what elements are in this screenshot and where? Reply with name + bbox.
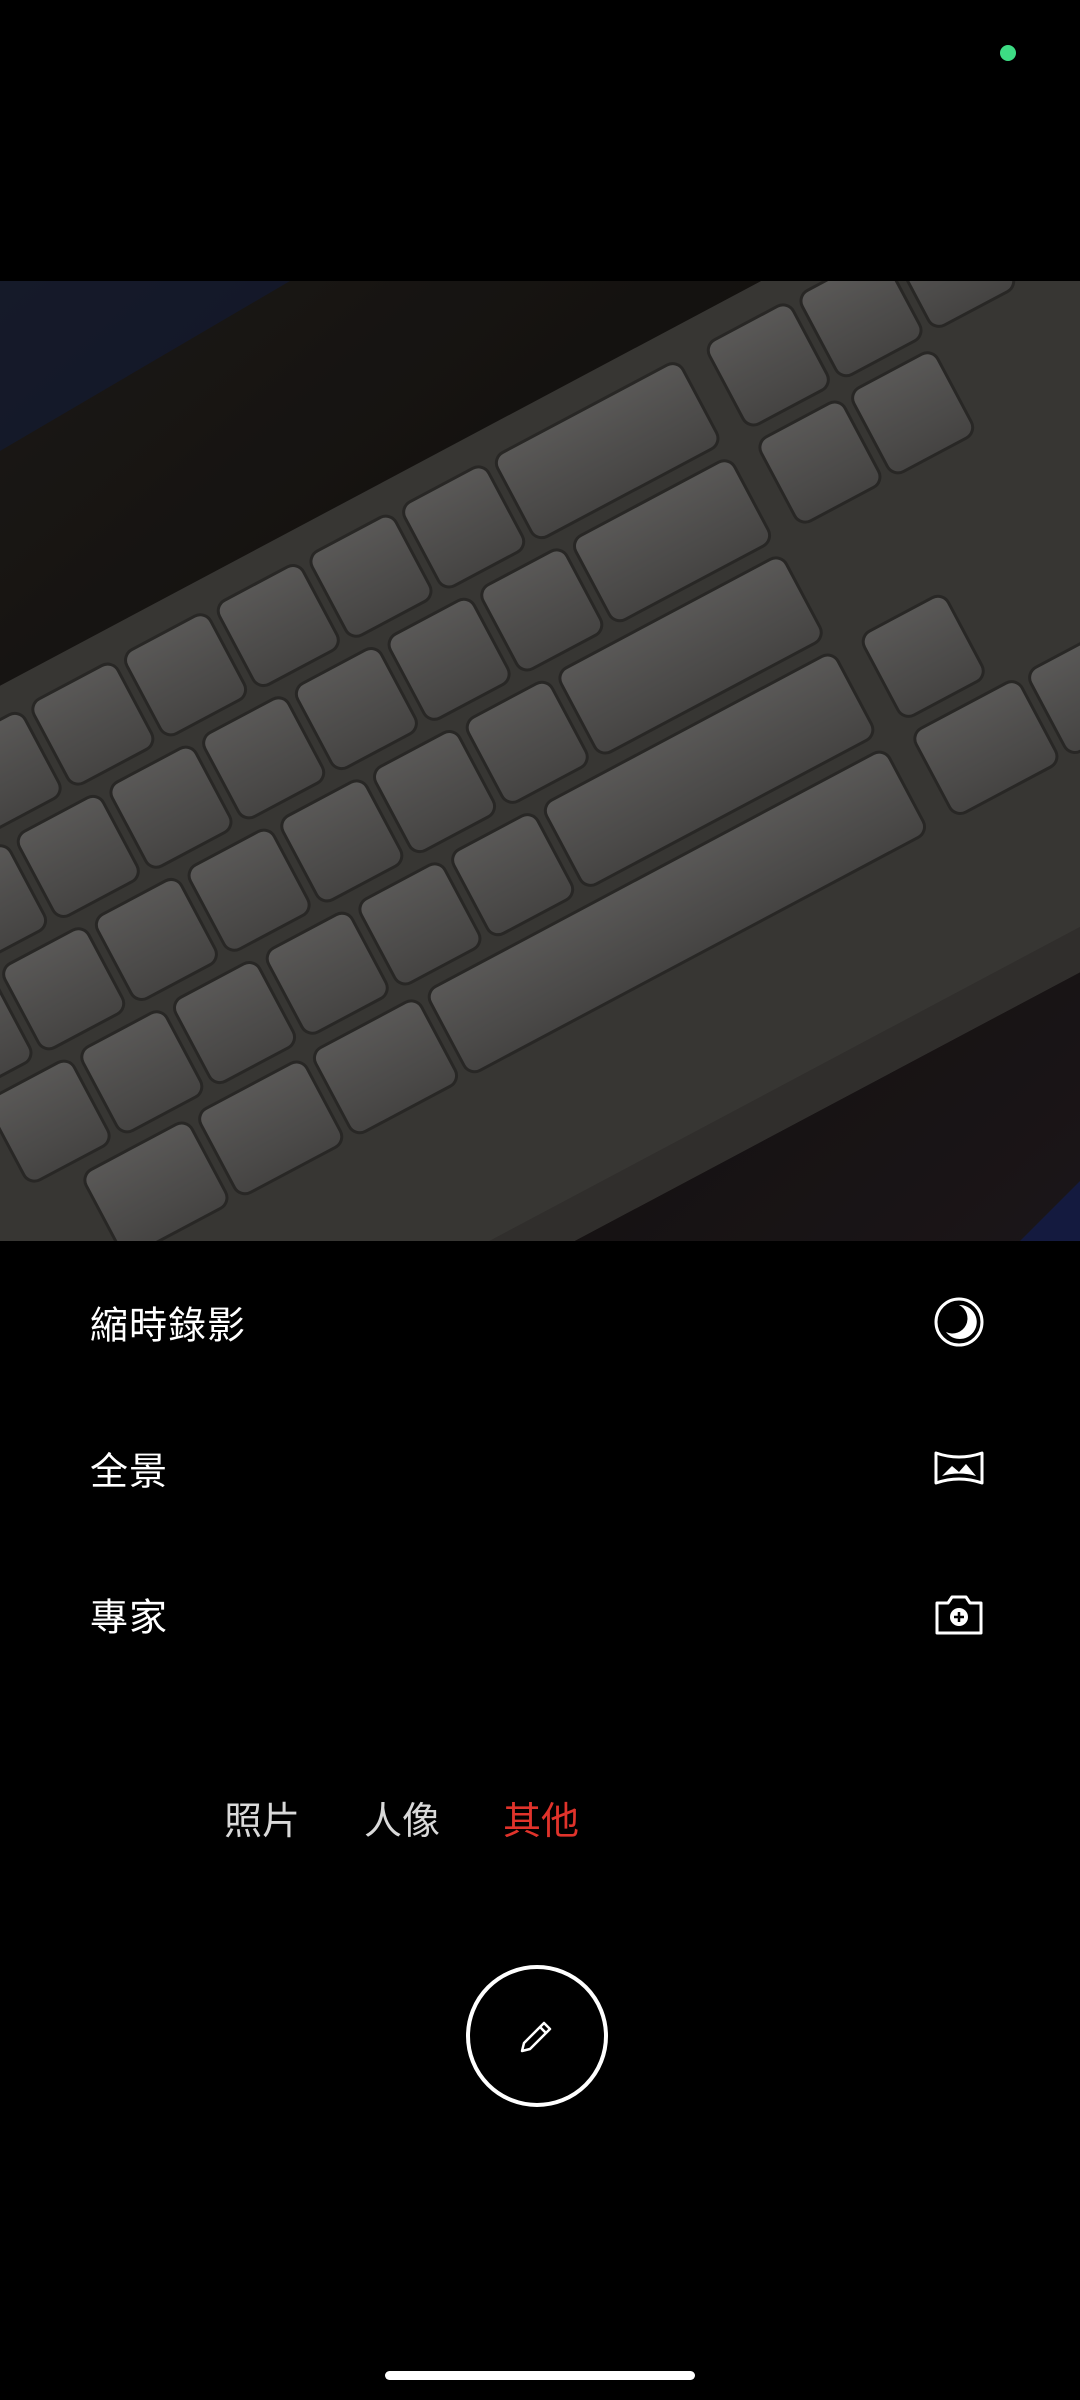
privacy-indicator-dot: [1000, 45, 1016, 61]
mode-label: 全景: [90, 1449, 169, 1494]
panorama-icon: [934, 1451, 984, 1485]
mode-label: 專家: [90, 1595, 169, 1640]
tab-portrait[interactable]: 人像: [364, 1790, 440, 1845]
mode-item-pro[interactable]: 專家: [0, 1554, 1080, 1674]
tab-more[interactable]: 其他: [503, 1790, 579, 1845]
edit-pencil-icon: [520, 2021, 552, 2053]
camera-screen: 縮時錄影 全景 專家 照片 人像 其他: [0, 0, 1080, 2400]
edit-modes-button[interactable]: [466, 1965, 608, 2107]
camera-viewfinder[interactable]: [0, 281, 1080, 1241]
mode-item-panorama[interactable]: 全景: [0, 1408, 1080, 1528]
timelapse-icon: [934, 1297, 984, 1347]
pro-camera-icon: [935, 1595, 983, 1635]
mode-item-timelapse[interactable]: 縮時錄影: [0, 1262, 1080, 1382]
home-indicator[interactable]: [385, 2371, 695, 2380]
mode-label: 縮時錄影: [90, 1303, 247, 1348]
viewfinder-image: [0, 281, 1080, 1241]
tab-photo[interactable]: 照片: [224, 1790, 300, 1845]
mode-tabs: 照片 人像 其他: [0, 1790, 1080, 1850]
